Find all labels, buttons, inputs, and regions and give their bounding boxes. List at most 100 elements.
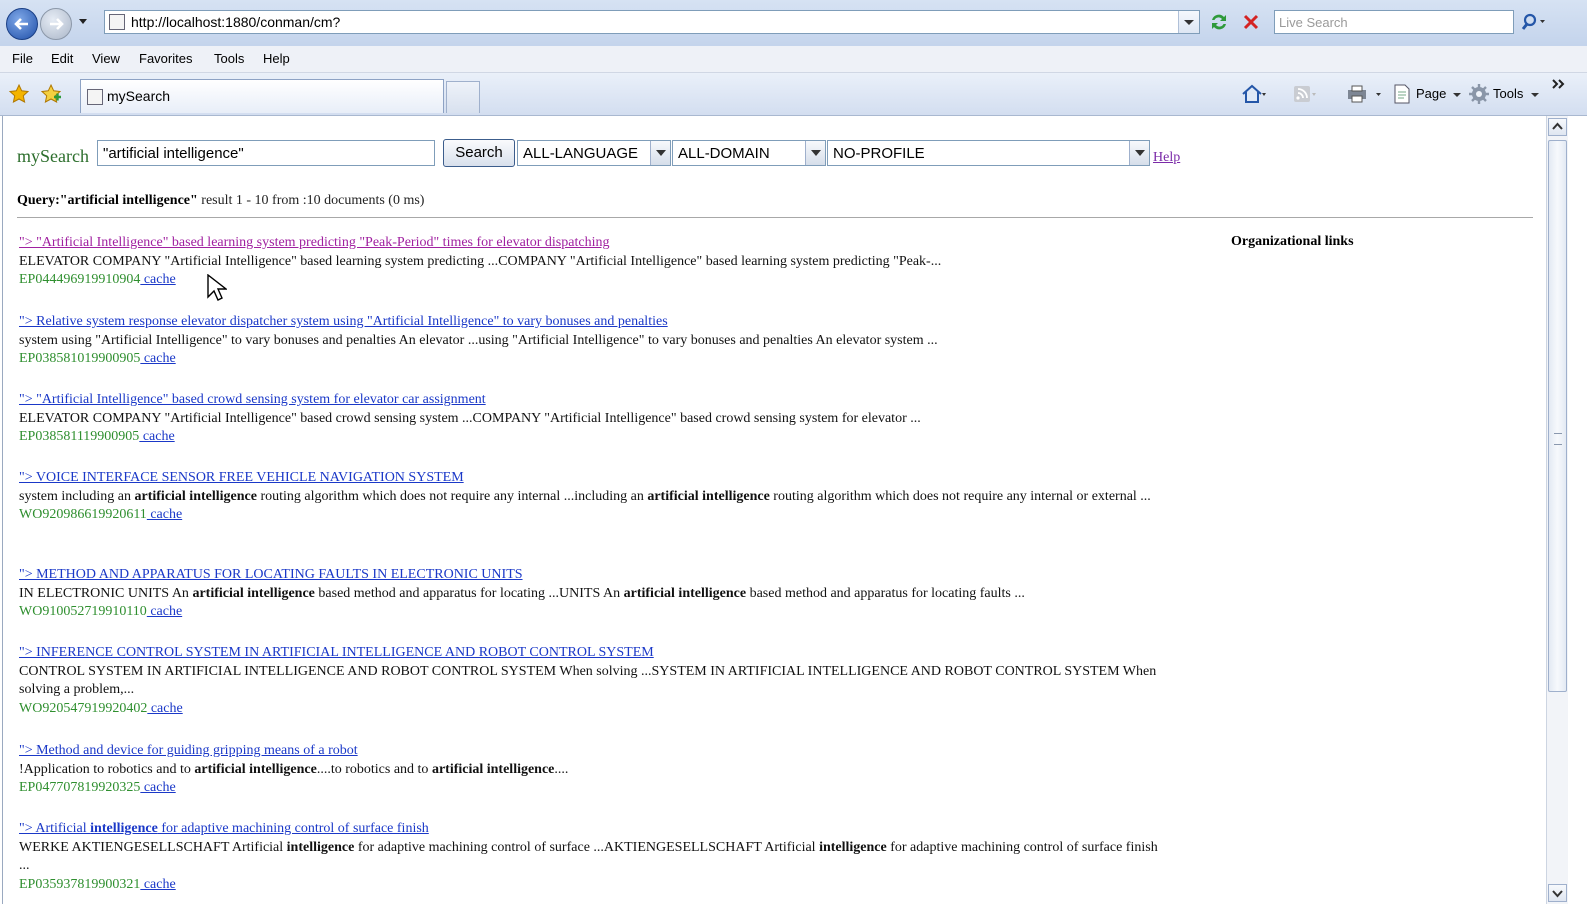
result-title-link[interactable]: "> Relative system response elevator dis… bbox=[19, 313, 1159, 332]
cache-link[interactable]: cache bbox=[140, 272, 176, 287]
result-meta: EP038581119900905 cache bbox=[19, 428, 1159, 447]
result-title-link[interactable]: "> INFERENCE CONTROL SYSTEM IN ARTIFICIA… bbox=[19, 644, 1159, 663]
help-link[interactable]: Help bbox=[1153, 150, 1180, 166]
snippet-text: based method and apparatus for locating … bbox=[746, 585, 1025, 601]
domain-select[interactable]: ALL-DOMAIN bbox=[672, 140, 826, 166]
domain-select-value: ALL-DOMAIN bbox=[678, 145, 770, 162]
page-favicon-icon bbox=[109, 14, 125, 30]
chevron-down-icon[interactable] bbox=[78, 16, 88, 26]
scroll-grip bbox=[1554, 433, 1562, 445]
gear-icon[interactable] bbox=[1468, 83, 1490, 105]
search-input[interactable] bbox=[97, 140, 435, 166]
menu-favorites[interactable]: Favorites bbox=[139, 51, 192, 66]
snippet-text: IN ELECTRONIC UNITS An bbox=[19, 585, 193, 601]
document-id: EP047707819920325 bbox=[19, 780, 141, 795]
menu-view[interactable]: View bbox=[92, 51, 120, 66]
brand-logo: mySearch bbox=[17, 146, 89, 166]
result-snippet: ELEVATOR COMPANY "Artificial Intelligenc… bbox=[19, 253, 1159, 272]
scroll-down-button[interactable] bbox=[1548, 884, 1567, 902]
cache-link[interactable]: cache bbox=[140, 351, 176, 366]
result-meta: EP038581019900905 cache bbox=[19, 350, 1159, 369]
stop-icon[interactable] bbox=[1239, 10, 1263, 34]
scroll-up-button[interactable] bbox=[1548, 118, 1567, 136]
result-meta: WO920986619920611 cache bbox=[19, 506, 1159, 525]
result-title-part: intelligence bbox=[90, 821, 158, 836]
menu-bar: File Edit View Favorites Tools Help bbox=[0, 46, 1587, 73]
snippet-highlight: intelligence bbox=[286, 839, 355, 855]
arrow-right-icon bbox=[50, 18, 64, 30]
result-meta: EP047707819920325 cache bbox=[19, 779, 1159, 798]
favorites-star-icon[interactable] bbox=[8, 83, 30, 105]
snippet-text: for adaptive machining control of surfac… bbox=[354, 839, 820, 855]
result-title-part: for adaptive machining control of surfac… bbox=[157, 821, 429, 836]
cache-link[interactable]: cache bbox=[147, 604, 182, 619]
search-result: "> METHOD AND APPARATUS FOR LOCATING FAU… bbox=[19, 566, 1159, 622]
page-icon[interactable] bbox=[1392, 83, 1412, 105]
home-icon[interactable] bbox=[1240, 83, 1266, 105]
chevron-down-icon bbox=[1552, 890, 1563, 898]
cache-link[interactable]: cache bbox=[140, 877, 176, 892]
tab-label: mySearch bbox=[107, 88, 171, 104]
result-title-link[interactable]: "> Method and device for guiding grippin… bbox=[19, 742, 1159, 761]
search-result: "> Method and device for guiding grippin… bbox=[19, 742, 1159, 798]
tools-menu[interactable]: Tools bbox=[1493, 86, 1523, 101]
vertical-scrollbar[interactable] bbox=[1546, 116, 1568, 904]
search-result: "> "Artificial Intelligence" based crowd… bbox=[19, 391, 1159, 447]
organizational-links-heading: Organizational links bbox=[1231, 234, 1354, 249]
cache-link[interactable]: cache bbox=[147, 701, 183, 716]
search-result: "> Relative system response elevator dis… bbox=[19, 313, 1159, 369]
divider bbox=[17, 217, 1533, 218]
result-title-link[interactable]: "> METHOD AND APPARATUS FOR LOCATING FAU… bbox=[19, 566, 1159, 585]
result-title-link[interactable]: "> VOICE INTERFACE SENSOR FREE VEHICLE N… bbox=[19, 469, 1159, 488]
result-snippet: !Application to robotics and to artifici… bbox=[19, 761, 1159, 780]
result-snippet: system using "Artificial Intelligence" t… bbox=[19, 332, 1159, 351]
live-search-field[interactable]: Live Search bbox=[1274, 10, 1514, 34]
language-select[interactable]: ALL-LANGUAGE bbox=[517, 140, 671, 166]
mouse-cursor-icon bbox=[207, 274, 227, 301]
chevron-up-icon bbox=[1552, 122, 1563, 130]
snippet-highlight: intelligence bbox=[819, 839, 887, 855]
menu-file[interactable]: File bbox=[12, 51, 33, 66]
language-select-value: ALL-LANGUAGE bbox=[523, 145, 639, 162]
menu-help[interactable]: Help bbox=[263, 51, 290, 66]
menu-edit[interactable]: Edit bbox=[51, 51, 73, 66]
result-snippet: IN ELECTRONIC UNITS An artificial intell… bbox=[19, 585, 1159, 604]
feeds-icon[interactable] bbox=[1292, 83, 1316, 105]
back-button[interactable] bbox=[6, 8, 38, 40]
profile-select-value: NO-PROFILE bbox=[833, 145, 925, 162]
result-title-link[interactable]: "> "Artificial Intelligence" based crowd… bbox=[19, 391, 1159, 410]
scroll-thumb[interactable] bbox=[1548, 140, 1567, 692]
new-tab-button[interactable] bbox=[446, 81, 480, 113]
snippet-highlight: artificial intelligence bbox=[623, 585, 747, 601]
forward-button[interactable] bbox=[40, 8, 72, 40]
chevron-double-right-icon[interactable] bbox=[1550, 77, 1566, 91]
add-to-favorites-icon[interactable] bbox=[40, 83, 62, 105]
result-title-link[interactable]: "> Artificial intelligence for adaptive … bbox=[19, 820, 1159, 839]
address-dropdown-button[interactable] bbox=[1178, 11, 1199, 33]
page-menu[interactable]: Page bbox=[1416, 86, 1446, 101]
chevron-down-icon[interactable] bbox=[1452, 83, 1462, 105]
document-id: EP035937819900321 bbox=[19, 876, 141, 892]
snippet-text: routing algorithm which does not require… bbox=[256, 488, 648, 504]
document-id: WO920547919920402 bbox=[19, 700, 148, 716]
snippet-text: WERKE AKTIENGESELLSCHAFT Artificial bbox=[19, 839, 287, 855]
menu-tools[interactable]: Tools bbox=[214, 51, 244, 66]
result-snippet: ELEVATOR COMPANY "Artificial Intelligenc… bbox=[19, 410, 1159, 429]
search-button[interactable]: Search bbox=[443, 139, 515, 167]
snippet-text: CONTROL SYSTEM IN ARTIFICIAL INTELLIGENC… bbox=[19, 663, 1157, 698]
cache-link[interactable]: cache bbox=[139, 429, 175, 444]
cache-link[interactable]: cache bbox=[147, 507, 182, 522]
snippet-highlight: artificial intelligence bbox=[647, 488, 770, 504]
refresh-icon[interactable] bbox=[1207, 10, 1231, 34]
profile-select[interactable]: NO-PROFILE bbox=[827, 140, 1150, 166]
cache-link[interactable]: cache bbox=[140, 780, 176, 795]
chevron-down-icon[interactable] bbox=[1530, 83, 1540, 105]
snippet-highlight: artificial intelligence bbox=[134, 488, 257, 504]
print-icon[interactable] bbox=[1344, 83, 1384, 105]
search-icon[interactable] bbox=[1518, 10, 1546, 34]
snippet-text: ELEVATOR COMPANY "Artificial Intelligenc… bbox=[19, 253, 942, 269]
snippet-text: based method and apparatus for locating … bbox=[314, 585, 624, 601]
result-title-link[interactable]: "> "Artificial Intelligence" based learn… bbox=[19, 234, 1159, 253]
tab-mysearch[interactable]: mySearch bbox=[80, 79, 444, 113]
address-bar[interactable]: http://localhost:1880/conman/cm? bbox=[104, 10, 1200, 34]
